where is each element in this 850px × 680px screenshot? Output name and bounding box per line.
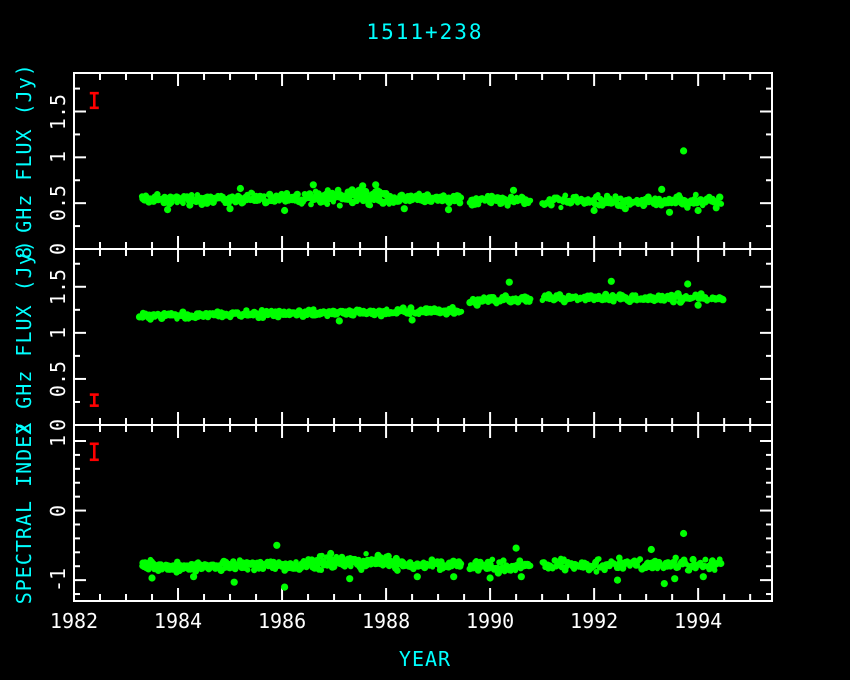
- x-tick-label: 1994: [674, 609, 722, 633]
- chart-stage: 1511+238 8 GHz FLUX (Jy) 2 GHz FLUX (Jy)…: [0, 0, 850, 680]
- x-tick-label: 1984: [154, 609, 202, 633]
- data-points-flux-2ghz: [136, 278, 727, 325]
- error-bar-spectral-index: [90, 444, 99, 460]
- y-axis-title-spectral-index: SPECTRAL INDEX: [12, 422, 36, 605]
- y-tick-label-flux-2ghz: 0: [46, 419, 70, 431]
- y-tick-label-flux-8ghz: 0: [46, 243, 70, 255]
- x-tick-label: 1988: [362, 609, 410, 633]
- data-points-flux-8ghz: [139, 147, 724, 216]
- y-axis-title-8ghz-flux: 8 GHz FLUX (Jy): [12, 63, 36, 259]
- x-tick-label: 1986: [258, 609, 306, 633]
- y-tick-label-spectral-index: 0: [46, 505, 70, 517]
- error-bar-flux-8ghz: [90, 93, 99, 108]
- y-tick-label-spectral-index: -1: [46, 568, 70, 592]
- error-bar-flux-2ghz: [90, 395, 99, 406]
- y-tick-label-flux-2ghz: 0.5: [46, 361, 70, 397]
- panel-frame-flux-8ghz: [74, 73, 772, 249]
- data-points-spectral-index: [139, 530, 724, 591]
- axis-ticks-flux-8ghz: [75, 74, 771, 248]
- chart-title: 1511+238: [0, 20, 850, 44]
- panel-frame-flux-2ghz: [74, 249, 772, 425]
- x-tick-label: 1990: [466, 609, 514, 633]
- y-tick-label-flux-2ghz: 1: [46, 327, 70, 339]
- plot-canvas: [0, 0, 850, 680]
- x-tick-label: 1992: [570, 609, 618, 633]
- x-axis-title: YEAR: [0, 647, 850, 671]
- axis-ticks-flux-2ghz: [75, 250, 771, 424]
- y-tick-label-flux-8ghz: 1: [46, 151, 70, 163]
- y-tick-label-spectral-index: 1: [46, 435, 70, 447]
- y-tick-label-flux-8ghz: 1.5: [46, 93, 70, 129]
- y-tick-label-flux-2ghz: 1.5: [46, 269, 70, 305]
- y-axis-title-2ghz-flux: 2 GHz FLUX (Jy): [12, 239, 36, 435]
- y-tick-label-flux-8ghz: 0.5: [46, 185, 70, 221]
- x-tick-label: 1982: [50, 609, 98, 633]
